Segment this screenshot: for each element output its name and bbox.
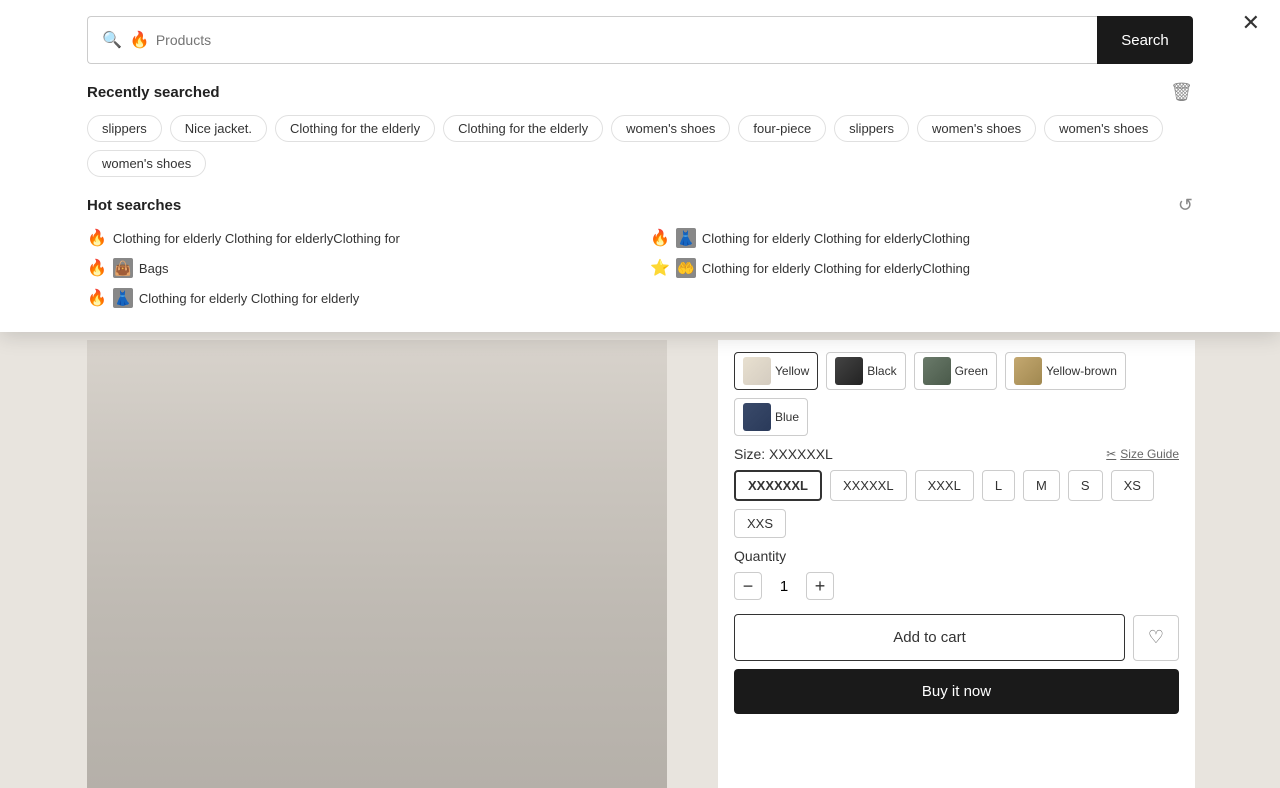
add-to-cart-button[interactable]: Add to cart — [734, 614, 1125, 661]
add-to-cart-row: Add to cart ♡ — [734, 614, 1179, 661]
recent-tag-0[interactable]: slippers — [87, 115, 162, 142]
quantity-value: 1 — [774, 578, 794, 595]
hot-item-4-text: Clothing for elderly Clothing for elderl… — [139, 291, 359, 306]
color-swatch-green[interactable]: Green — [914, 352, 997, 390]
color-swatches-row-2: Blue — [734, 398, 1179, 436]
recent-tag-8[interactable]: women's shoes — [1044, 115, 1163, 142]
close-button[interactable]: ✕ — [1242, 12, 1260, 34]
hot-item-1-img: 👗 — [676, 228, 696, 248]
recently-searched-section: Recently searched 🗑 slippers Nice jacket… — [0, 64, 1280, 177]
delete-history-icon[interactable]: 🗑 — [1170, 82, 1193, 103]
size-guide-link[interactable]: ✂ Size Guide — [1106, 447, 1179, 461]
swatch-img-yellow — [743, 357, 771, 385]
hot-searches-grid: 🔥 Clothing for elderly Clothing for elde… — [87, 228, 1193, 308]
size-btn-xxs[interactable]: XXS — [734, 509, 786, 538]
hot-item-4-icon: 🔥 — [87, 288, 107, 308]
search-input-wrap: 🔍 🔥 — [87, 16, 1097, 64]
swatch-img-blue — [743, 403, 771, 431]
recent-tag-4[interactable]: women's shoes — [611, 115, 730, 142]
color-name-green: Green — [955, 364, 988, 378]
recent-tag-5[interactable]: four-piece — [738, 115, 826, 142]
size-btn-s[interactable]: S — [1068, 470, 1103, 501]
color-swatch-black[interactable]: Black — [826, 352, 905, 390]
hot-item-2-text: Bags — [139, 261, 169, 276]
recent-tag-6[interactable]: slippers — [834, 115, 909, 142]
recent-tag-7[interactable]: women's shoes — [917, 115, 1036, 142]
search-button[interactable]: Search — [1097, 16, 1193, 64]
recent-tag-2[interactable]: Clothing for the elderly — [275, 115, 435, 142]
color-name-blue: Blue — [775, 410, 799, 424]
search-bar-row: 🔍 🔥 Search — [0, 0, 1280, 64]
scissors-icon: ✂ — [1106, 447, 1116, 461]
swatch-img-green — [923, 357, 951, 385]
hot-item-3-img: 🤲 — [676, 258, 696, 278]
wishlist-button[interactable]: ♡ — [1133, 615, 1179, 661]
search-overlay: ✕ 🔍 🔥 Search Recently searched 🗑 slipper… — [0, 0, 1280, 332]
flame-icon: 🔥 — [130, 30, 150, 50]
right-panel: Yellow Black Green Yellow-brown Blue Siz… — [718, 340, 1195, 788]
product-figure — [87, 340, 667, 788]
quantity-row: − 1 + — [734, 572, 1179, 600]
hot-item-3-icon: ⭐ — [650, 258, 670, 278]
size-btn-xxxxxxl[interactable]: XXXXXXL — [734, 470, 822, 501]
quantity-increase-button[interactable]: + — [806, 572, 834, 600]
hot-item-4-img: 👗 — [113, 288, 133, 308]
hot-item-1-icon: 🔥 — [650, 228, 670, 248]
recently-searched-tags: slippers Nice jacket. Clothing for the e… — [87, 115, 1193, 177]
recent-tag-1[interactable]: Nice jacket. — [170, 115, 267, 142]
size-btn-xxxxxl[interactable]: XXXXXL — [830, 470, 907, 501]
size-buttons-row: XXXXXXL XXXXXL XXXL L M S XS XXS — [734, 470, 1179, 538]
buy-now-button[interactable]: Buy it now — [734, 669, 1179, 714]
hot-item-4[interactable]: 🔥 👗 Clothing for elderly Clothing for el… — [87, 288, 630, 308]
quantity-decrease-button[interactable]: − — [734, 572, 762, 600]
hot-item-2-img: 👜 — [113, 258, 133, 278]
swatch-img-yellowbrown — [1014, 357, 1042, 385]
color-swatch-yellowbrown[interactable]: Yellow-brown — [1005, 352, 1126, 390]
hot-item-3[interactable]: ⭐ 🤲 Clothing for elderly Clothing for el… — [650, 258, 1193, 278]
hot-item-2[interactable]: 🔥 👜 Bags — [87, 258, 630, 278]
color-swatch-yellow[interactable]: Yellow — [734, 352, 818, 390]
color-name-yellow: Yellow — [775, 364, 809, 378]
product-image-area — [87, 340, 667, 788]
color-swatch-blue[interactable]: Blue — [734, 398, 808, 436]
hot-item-2-icon: 🔥 — [87, 258, 107, 278]
hot-item-3-text: Clothing for elderly Clothing for elderl… — [702, 261, 970, 276]
size-btn-xxxl[interactable]: XXXL — [915, 470, 974, 501]
swatch-img-black — [835, 357, 863, 385]
size-btn-xs[interactable]: XS — [1111, 470, 1154, 501]
hot-item-0-text: Clothing for elderly Clothing for elderl… — [113, 231, 400, 246]
hot-item-0[interactable]: 🔥 Clothing for elderly Clothing for elde… — [87, 228, 630, 248]
size-label: Size: XXXXXXL — [734, 446, 833, 462]
hot-searches-title: Hot searches — [87, 197, 181, 214]
size-btn-l[interactable]: L — [982, 470, 1015, 501]
quantity-label: Quantity — [734, 548, 1179, 564]
recent-tag-3[interactable]: Clothing for the elderly — [443, 115, 603, 142]
recently-searched-header: Recently searched 🗑 — [87, 82, 1193, 103]
size-header-row: Size: XXXXXXL ✂ Size Guide — [734, 446, 1179, 462]
color-name-yellowbrown: Yellow-brown — [1046, 364, 1117, 378]
search-icon: 🔍 — [102, 30, 122, 50]
hot-item-0-icon: 🔥 — [87, 228, 107, 248]
recently-searched-title: Recently searched — [87, 84, 220, 101]
hot-item-1-text: Clothing for elderly Clothing for elderl… — [702, 231, 970, 246]
hot-item-1[interactable]: 🔥 👗 Clothing for elderly Clothing for el… — [650, 228, 1193, 248]
heart-icon: ♡ — [1148, 627, 1164, 648]
hot-searches-header: Hot searches ↺ — [87, 195, 1193, 216]
recent-tag-9[interactable]: women's shoes — [87, 150, 206, 177]
hot-searches-section: Hot searches ↺ 🔥 Clothing for elderly Cl… — [0, 177, 1280, 308]
size-btn-m[interactable]: M — [1023, 470, 1060, 501]
color-swatches-row: Yellow Black Green Yellow-brown — [734, 352, 1179, 390]
color-name-black: Black — [867, 364, 896, 378]
refresh-icon[interactable]: ↺ — [1178, 195, 1193, 216]
search-input[interactable] — [156, 32, 1083, 48]
